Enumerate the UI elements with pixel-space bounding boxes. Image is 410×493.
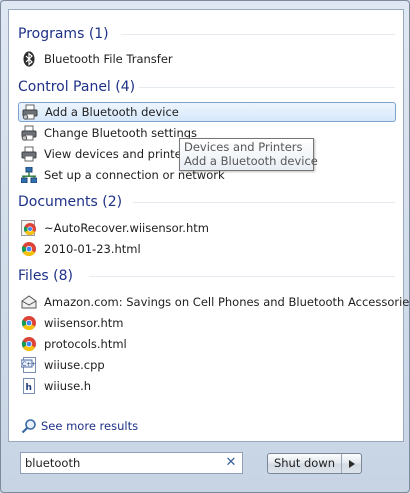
search-results-panel: Programs (1) Bluetooth File Transfer Con…: [8, 9, 410, 442]
result-label: wiiuse.h: [44, 379, 92, 393]
result-html-file[interactable]: 2010-01-23.html: [18, 239, 396, 259]
result-wiiuse-h[interactable]: h wiiuse.h: [18, 376, 396, 396]
result-label: Add a Bluetooth device: [45, 105, 179, 119]
group-divider: [133, 202, 395, 203]
bluetooth-icon: [21, 51, 37, 67]
tooltip-line-1: Devices and Printers: [184, 140, 303, 154]
search-box[interactable]: ✕: [20, 452, 243, 474]
result-label: 2010-01-23.html: [44, 242, 141, 256]
cpp-file-icon: C++: [21, 357, 37, 373]
group-divider: [139, 87, 395, 88]
shutdown-control: Shut down: [267, 453, 362, 474]
chrome-icon: [21, 315, 37, 331]
group-title-documents[interactable]: Documents (2): [18, 192, 122, 212]
email-icon: [21, 294, 37, 310]
svg-text:h: h: [26, 383, 32, 393]
result-label: wiiuse.cpp: [44, 358, 105, 372]
group-title-control-panel[interactable]: Control Panel (4): [18, 77, 135, 97]
header-file-icon: h: [21, 378, 37, 394]
chrome-document-icon: [21, 220, 37, 236]
start-menu: Programs (1) Bluetooth File Transfer Con…: [0, 0, 410, 493]
result-label: ~AutoRecover.wiisensor.htm: [44, 221, 209, 235]
result-bluetooth-file-transfer[interactable]: Bluetooth File Transfer: [18, 49, 396, 69]
network-icon: [21, 167, 37, 183]
search-input[interactable]: [25, 455, 215, 471]
result-label: Bluetooth File Transfer: [44, 52, 173, 66]
result-amazon-email[interactable]: Amazon.com: Savings on Cell Phones and B…: [18, 292, 410, 312]
group-title-files[interactable]: Files (8): [18, 266, 73, 286]
arrow-right-icon: [348, 457, 355, 471]
printer-icon: [21, 146, 37, 162]
shutdown-options-button[interactable]: [342, 454, 361, 473]
group-divider: [121, 34, 395, 35]
shutdown-button[interactable]: Shut down: [268, 454, 342, 473]
result-add-bluetooth-device[interactable]: Add a Bluetooth device: [18, 102, 396, 122]
result-label: Change Bluetooth settings: [44, 126, 198, 140]
result-label: wiisensor.htm: [44, 316, 124, 330]
result-autorecover-file[interactable]: ~AutoRecover.wiisensor.htm: [18, 218, 396, 238]
tooltip-line-2: Add a Bluetooth device: [184, 154, 318, 168]
printer-icon: [21, 125, 37, 141]
chrome-icon: [21, 336, 37, 352]
tooltip: Devices and Printers Add a Bluetooth dev…: [179, 138, 318, 171]
see-more-results-link[interactable]: See more results: [21, 418, 138, 434]
result-label: protocols.html: [44, 337, 127, 351]
printer-icon: [22, 104, 38, 120]
search-icon: [21, 418, 37, 434]
see-more-label: See more results: [41, 419, 139, 433]
group-title-programs[interactable]: Programs (1): [18, 24, 109, 44]
chrome-icon: [21, 241, 37, 257]
group-divider: [89, 276, 395, 277]
result-wiisensor[interactable]: wiisensor.htm: [18, 313, 396, 333]
result-wiiuse-cpp[interactable]: C++ wiiuse.cpp: [18, 355, 396, 375]
result-protocols[interactable]: protocols.html: [18, 334, 396, 354]
svg-text:C++: C++: [22, 361, 36, 368]
clear-icon[interactable]: ✕: [224, 455, 238, 471]
result-label: View devices and printers: [44, 147, 193, 161]
result-label: Amazon.com: Savings on Cell Phones and B…: [44, 295, 410, 309]
